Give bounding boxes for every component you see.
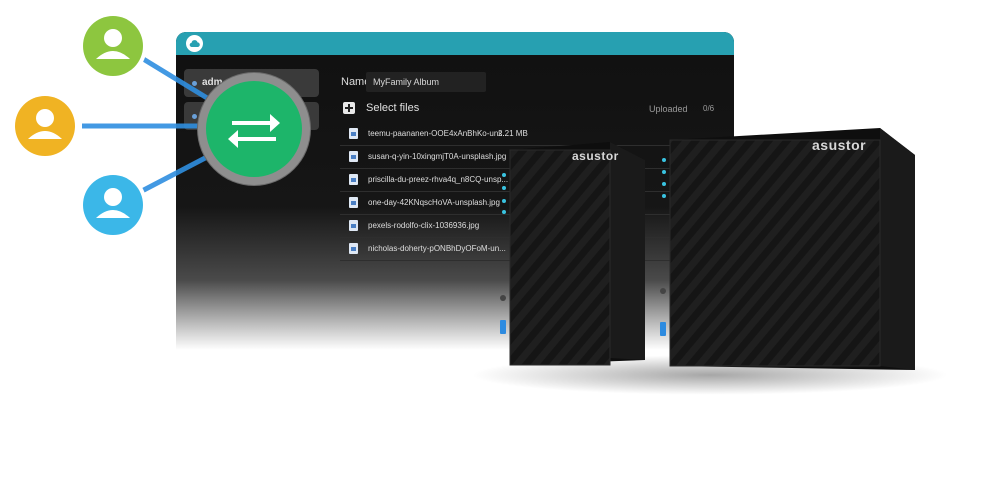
usb-port-icon	[500, 320, 506, 334]
user-icon	[78, 11, 148, 81]
led-icon	[662, 158, 666, 162]
nas-devices: asustor asustor	[500, 128, 915, 370]
transfer-arrows-icon	[206, 81, 302, 177]
led-icon	[662, 182, 666, 186]
power-button-icon	[660, 288, 666, 294]
led-icon	[502, 210, 506, 214]
brand-label-left: asustor	[572, 149, 619, 163]
usb-port-icon	[660, 322, 666, 336]
led-icon	[662, 170, 666, 174]
brand-label-right: asustor	[812, 137, 866, 153]
power-button-icon	[500, 295, 506, 301]
user-icon	[78, 170, 148, 240]
led-icon	[502, 173, 506, 177]
led-icon	[502, 186, 506, 190]
user-icon	[10, 91, 80, 161]
led-icon	[502, 199, 506, 203]
transfer-hub	[198, 73, 310, 185]
led-icon	[662, 194, 666, 198]
